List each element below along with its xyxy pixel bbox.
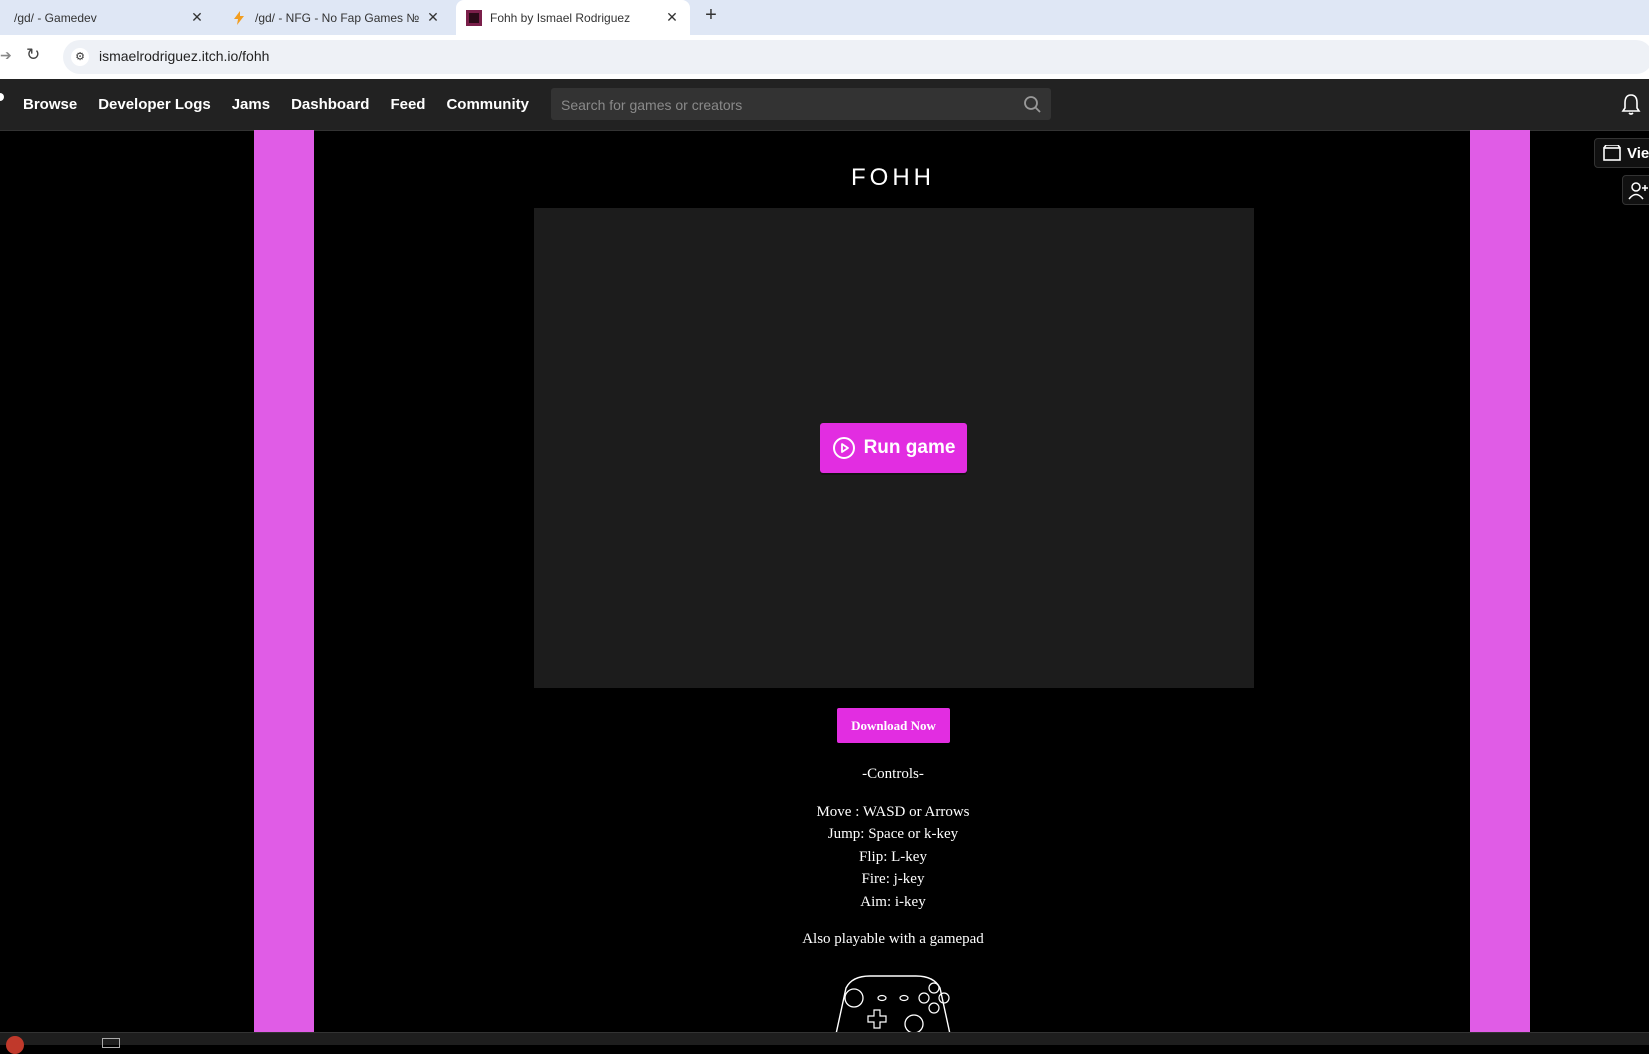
view-all-by-author-button[interactable]: Vie bbox=[1594, 138, 1649, 168]
tab-title: /gd/ - NFG - No Fap Games № bbox=[255, 10, 420, 25]
new-tab-button[interactable]: + bbox=[699, 4, 723, 27]
notification-bell-icon[interactable] bbox=[1620, 92, 1642, 116]
os-taskbar bbox=[0, 1032, 1649, 1054]
search-input[interactable] bbox=[559, 88, 1003, 122]
view-all-label: Vie bbox=[1627, 144, 1649, 162]
nav-browse[interactable]: Browse bbox=[23, 96, 77, 113]
tab-title: /gd/ - Gamedev bbox=[14, 10, 97, 25]
control-line: Aim: i-key bbox=[860, 893, 926, 910]
game-title: FOHH bbox=[851, 164, 935, 192]
game-embed-frame[interactable]: Run game bbox=[534, 208, 1254, 688]
close-icon[interactable]: ✕ bbox=[189, 9, 205, 26]
download-now-button[interactable]: Download Now bbox=[837, 708, 950, 743]
nav-jams[interactable]: Jams bbox=[232, 96, 270, 113]
site-header: Browse Developer Logs Jams Dashboard Fee… bbox=[0, 79, 1649, 131]
gamepad-icon bbox=[835, 975, 951, 1034]
itch-logo-icon[interactable] bbox=[0, 93, 4, 101]
browser-tab-gamedev[interactable]: /gd/ - Gamedev ✕ bbox=[0, 0, 215, 35]
reload-icon[interactable]: ↻ bbox=[26, 45, 40, 65]
game-favicon-icon bbox=[466, 9, 482, 26]
app-window-icon[interactable] bbox=[102, 1038, 120, 1048]
browser-tab-fohh[interactable]: Fohh by Ismael Rodriguez ✕ bbox=[456, 0, 690, 35]
site-settings-icon[interactable]: ⚙ bbox=[71, 48, 89, 66]
main-nav: Browse Developer Logs Jams Dashboard Fee… bbox=[23, 79, 529, 130]
run-game-button[interactable]: Run game bbox=[820, 423, 967, 473]
browser-tab-strip: /gd/ - Gamedev ✕ /gd/ - NFG - No Fap Gam… bbox=[0, 0, 1649, 35]
controls-heading: -Controls- bbox=[862, 766, 924, 782]
control-line: Jump: Space or k-key bbox=[827, 826, 959, 842]
nav-developer-logs[interactable]: Developer Logs bbox=[98, 96, 211, 113]
browser-tab-nfg[interactable]: /gd/ - NFG - No Fap Games № ✕ bbox=[221, 0, 451, 35]
omnibox[interactable]: ⚙ ismaelrodriguez.itch.io/fohh bbox=[63, 40, 1649, 74]
game-description: -Controls- Move : WASD or Arrows Jump: S… bbox=[534, 763, 1252, 951]
itch-store-icon bbox=[1603, 145, 1621, 161]
follow-button[interactable] bbox=[1622, 175, 1649, 205]
gamepad-note: Also playable with a gamepad bbox=[802, 931, 984, 947]
search-box bbox=[551, 88, 1051, 122]
address-bar: ➔ ↻ ⚙ ismaelrodriguez.itch.io/fohh bbox=[0, 35, 1649, 80]
nav-feed[interactable]: Feed bbox=[390, 96, 425, 113]
start-icon[interactable] bbox=[6, 1036, 24, 1054]
nav-dashboard[interactable]: Dashboard bbox=[291, 96, 369, 113]
control-line: Move : WASD or Arrows bbox=[816, 803, 970, 820]
nav-community[interactable]: Community bbox=[446, 96, 529, 113]
control-line: Fire: j-key bbox=[861, 871, 925, 887]
url-text[interactable]: ismaelrodriguez.itch.io/fohh bbox=[99, 48, 269, 64]
right-decoration-column bbox=[1466, 130, 1536, 1032]
search-icon[interactable] bbox=[1023, 95, 1041, 113]
left-decoration-column bbox=[250, 130, 320, 1032]
run-game-label: Run game bbox=[863, 437, 956, 458]
lightning-icon bbox=[234, 10, 244, 25]
play-circle-icon bbox=[832, 437, 855, 459]
user-add-icon bbox=[1628, 182, 1648, 200]
close-icon[interactable]: ✕ bbox=[425, 9, 441, 26]
close-icon[interactable]: ✕ bbox=[664, 9, 680, 26]
tab-title: Fohh by Ismael Rodriguez bbox=[490, 10, 631, 25]
back-arrow-icon[interactable]: ➔ bbox=[0, 47, 12, 64]
control-line: Flip: L-key bbox=[859, 848, 927, 865]
